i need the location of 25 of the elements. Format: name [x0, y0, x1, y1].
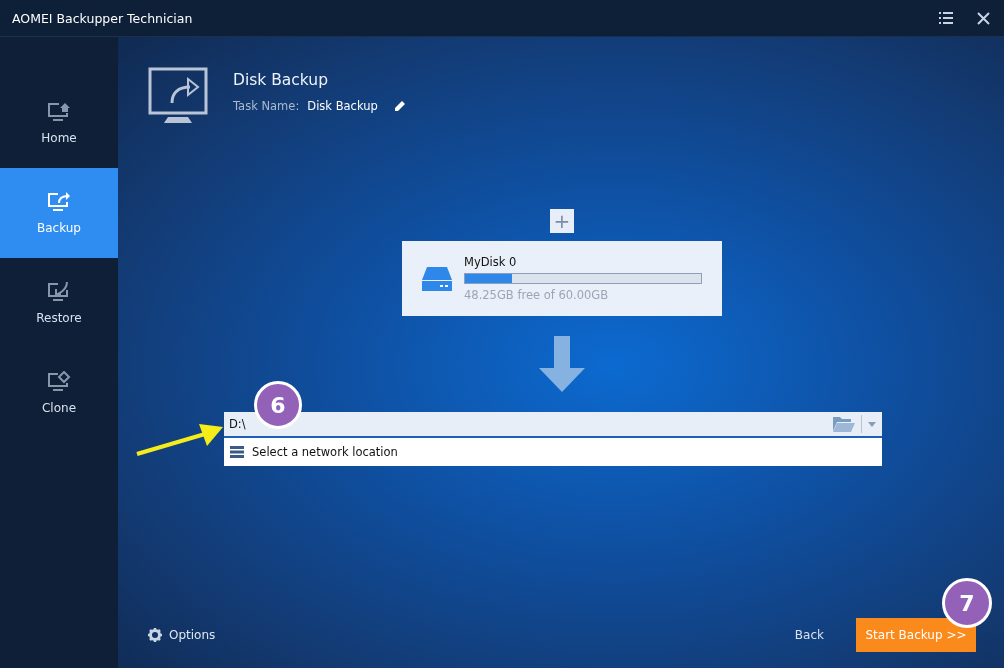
monitor-arrow-icon [47, 281, 71, 303]
sidebar-tab[interactable]: Restore [0, 258, 118, 348]
page-title: Disk Backup [233, 71, 330, 89]
down-arrow-icon [539, 336, 585, 392]
disk-card[interactable]: MyDisk 0 48.25GB free of 60.00GB [402, 241, 722, 316]
gear-icon [148, 628, 162, 642]
task-name-value: Disk Backup [307, 99, 378, 113]
disk-free-space: 48.25GB free of 60.00GB [464, 288, 610, 302]
monitor-share-icon [47, 191, 71, 213]
monitor-diamond-icon [47, 371, 71, 393]
sidebar-tab[interactable]: Home [0, 78, 118, 168]
options-link[interactable]: Options [148, 628, 216, 642]
disk-name: MyDisk 0 [464, 255, 518, 269]
hard-drive-icon [422, 266, 452, 291]
menu-icon[interactable] [939, 12, 953, 24]
window-title: AOMEI Backupper Technician [12, 10, 193, 26]
monitor-home-icon [47, 101, 71, 123]
sidebar-tab[interactable]: Clone [0, 348, 118, 438]
network-location-option[interactable]: Select a network location [224, 438, 882, 466]
back-button[interactable]: Back [788, 627, 830, 643]
monitor-share-icon [148, 67, 208, 125]
task-name-label: Task Name: [233, 99, 300, 113]
close-icon[interactable] [977, 11, 990, 25]
pencil-icon[interactable] [393, 100, 405, 112]
server-icon [230, 446, 244, 458]
